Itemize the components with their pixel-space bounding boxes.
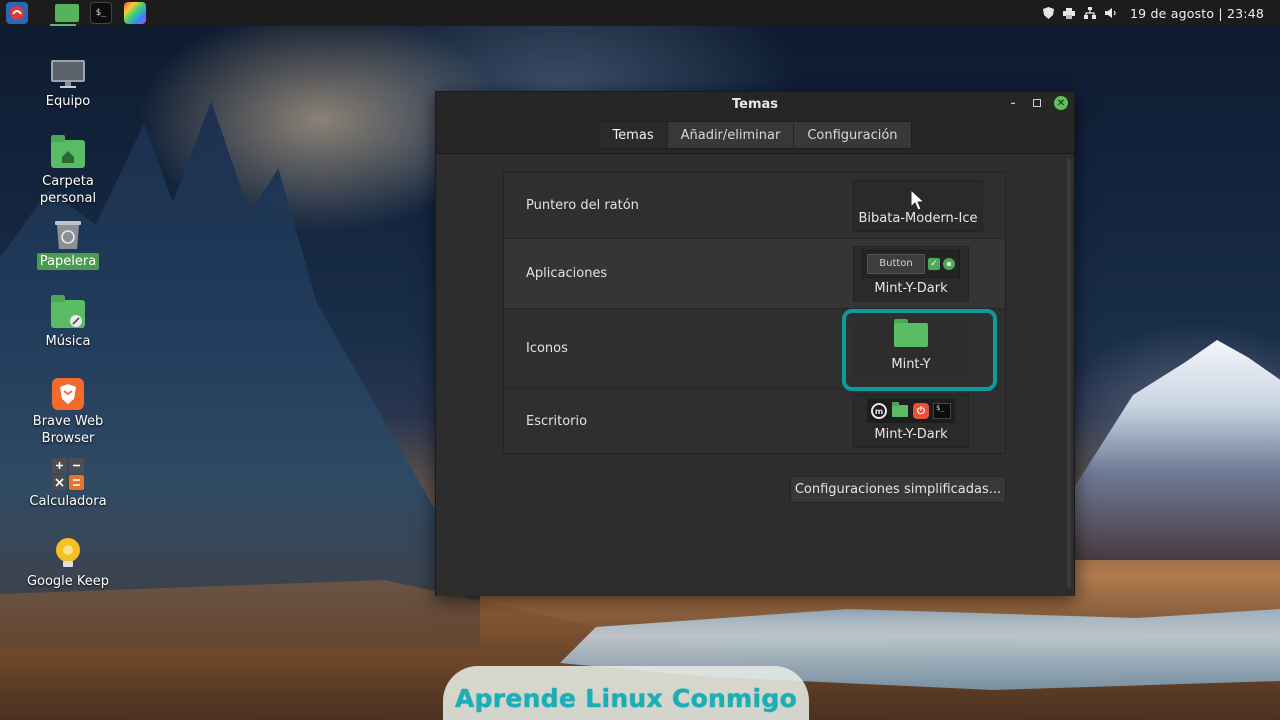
mint-logo-icon: m xyxy=(871,403,887,419)
terminal-icon: $_ xyxy=(90,2,112,24)
watermark-text: Aprende Linux Conmigo xyxy=(454,684,798,713)
row-label: Puntero del ratón xyxy=(526,198,639,213)
menu-button[interactable] xyxy=(2,0,32,26)
music-folder-icon xyxy=(50,295,86,331)
keep-icon xyxy=(50,537,86,571)
desktop-icon-label: Papelera xyxy=(36,253,100,270)
desktop-icon-label: Equipo xyxy=(45,94,91,109)
power-icon: ⏻ xyxy=(913,403,929,419)
tab-settings[interactable]: Configuración xyxy=(794,122,911,148)
system-tray: 19 de agosto | 23:48 xyxy=(1042,6,1280,21)
checkbox-icon: ✓ xyxy=(928,257,940,270)
tab-add-remove[interactable]: Añadir/eliminar xyxy=(667,122,795,148)
desktop-icon-calculator[interactable]: Calculadora xyxy=(18,457,118,510)
terminal-launcher[interactable]: $_ xyxy=(84,0,118,26)
mouse-pointer-theme-button[interactable]: Bibata-Modern-Ice xyxy=(853,179,983,232)
volume-icon[interactable] xyxy=(1105,7,1117,19)
row-label: Aplicaciones xyxy=(526,266,608,281)
simplified-settings-button[interactable]: Configuraciones simplificadas... xyxy=(790,476,1006,503)
trash-icon xyxy=(50,217,86,251)
desktop-icon-label: Google Keep xyxy=(26,574,110,589)
desktop-icon-brave[interactable]: Brave Web Browser xyxy=(18,377,118,447)
shield-icon[interactable] xyxy=(1042,7,1054,19)
preview-button: Button xyxy=(867,253,925,274)
scrollbar[interactable] xyxy=(1067,158,1071,588)
window-controls: – ✕ xyxy=(1006,96,1068,110)
desktop-icon-label: Calculadora xyxy=(29,494,107,509)
desktop-icon-keep[interactable]: Google Keep xyxy=(18,537,118,590)
calculator-icon xyxy=(50,457,86,491)
row-label: Escritorio xyxy=(526,413,588,429)
folder-shape xyxy=(51,295,85,328)
watermark-banner: Aprende Linux Conmigo xyxy=(443,666,809,720)
close-icon[interactable]: ✕ xyxy=(1054,96,1068,110)
printer-icon[interactable] xyxy=(1063,7,1076,19)
widget-preview: Button ✓ xyxy=(862,249,960,278)
desktop-icon-music[interactable]: Música xyxy=(18,295,118,350)
folder-icon xyxy=(891,402,909,420)
window-titlebar[interactable]: Temas – ✕ xyxy=(436,92,1074,116)
desktop-icon-trash[interactable]: Papelera xyxy=(18,217,118,270)
tab-bar: Temas Añadir/eliminar Configuración xyxy=(436,116,1074,154)
network-icon[interactable] xyxy=(1084,7,1097,19)
color-picker-icon xyxy=(124,2,146,24)
clock[interactable]: 19 de agosto | 23:48 xyxy=(1130,6,1264,21)
row-mouse-pointer: Puntero del ratón Bibata-Modern-Ice xyxy=(504,173,1005,239)
window-title: Temas xyxy=(731,96,778,112)
active-indicator xyxy=(50,24,76,26)
desktop-icon-home[interactable]: Carpeta personal xyxy=(18,135,118,207)
menu-icon xyxy=(6,2,28,24)
color-picker-launcher[interactable] xyxy=(118,0,152,26)
theme-name: Mint-Y-Dark xyxy=(874,427,948,442)
window-content: Puntero del ratón Bibata-Modern-Ice Apli… xyxy=(436,154,1074,596)
desktop-icon-label: Carpeta personal xyxy=(39,174,97,206)
desktop-theme-button[interactable]: m ⏻ $_ Mint-Y-Dark xyxy=(853,394,969,448)
files-icon xyxy=(55,4,79,22)
row-desktop: Escritorio m ⏻ $_ Mint-Y-Dark xyxy=(504,389,1005,453)
tab-themes[interactable]: Temas xyxy=(599,122,668,148)
desktop-icon-label: Música xyxy=(45,334,91,349)
row-label: Iconos xyxy=(526,341,568,356)
radio-icon xyxy=(943,257,955,270)
icons-highlight-frame xyxy=(842,309,997,391)
desktop-icon-label: Brave Web Browser xyxy=(32,414,104,446)
home-folder-icon xyxy=(50,135,86,171)
desktop-preview-strip: m ⏻ $_ xyxy=(867,399,955,423)
theme-name: Mint-Y-Dark xyxy=(874,280,948,296)
minimize-icon[interactable]: – xyxy=(1006,96,1020,110)
folder-shape xyxy=(51,135,85,168)
computer-icon xyxy=(50,57,86,91)
theme-name: Bibata-Modern-Ice xyxy=(858,210,978,226)
terminal-icon: $_ xyxy=(933,403,951,419)
tabs: Temas Añadir/eliminar Configuración xyxy=(598,121,912,149)
applications-theme-button[interactable]: Button ✓ Mint-Y-Dark xyxy=(853,245,969,302)
row-applications: Aplicaciones Button ✓ Mint-Y-Dark xyxy=(504,239,1005,309)
desktop-icon-computer[interactable]: Equipo xyxy=(18,57,118,110)
cursor-preview-icon xyxy=(910,188,926,211)
brave-icon xyxy=(50,377,86,411)
maximize-icon[interactable] xyxy=(1030,96,1044,110)
top-panel: $_ 19 de agosto | 23:48 xyxy=(0,0,1280,26)
themes-window: Temas – ✕ Temas Añadir/eliminar Configur… xyxy=(435,91,1075,596)
wallpaper-snow-peak xyxy=(1070,340,1280,560)
files-launcher[interactable] xyxy=(50,0,84,26)
